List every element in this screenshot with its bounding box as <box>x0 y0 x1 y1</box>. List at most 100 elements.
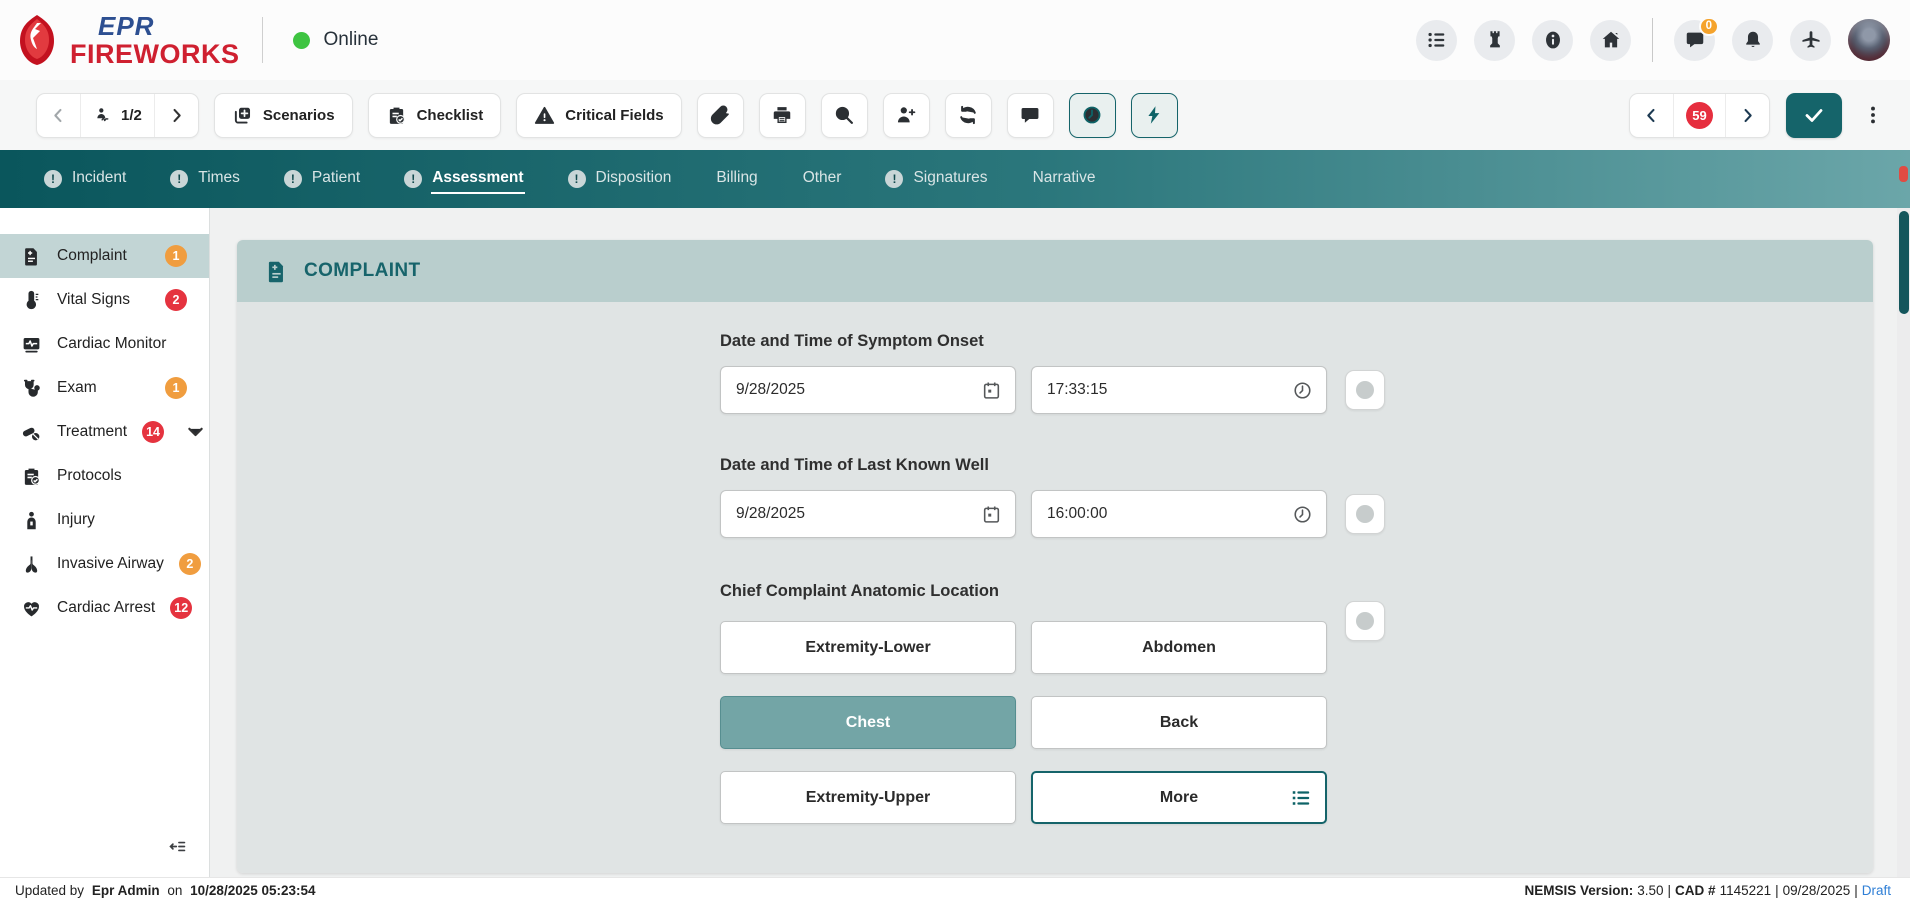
search-button[interactable] <box>821 93 868 138</box>
online-status-dot <box>293 32 310 49</box>
critical-fields-button[interactable]: Critical Fields <box>516 93 681 138</box>
calendar-icon <box>981 380 1002 401</box>
top-header-bar: EPR FIREWORKS Online 0 <box>0 0 1910 80</box>
quick-actions-button[interactable] <box>1131 93 1178 138</box>
sidebar-item-injury[interactable]: Injury <box>0 498 209 542</box>
protocols-clipboard-icon <box>21 466 42 487</box>
sync-button[interactable] <box>945 93 992 138</box>
search-icon <box>833 104 855 126</box>
validation-count[interactable]: 59 <box>1673 94 1725 137</box>
comments-button[interactable] <box>1007 93 1054 138</box>
cardiac-arrest-badge: 12 <box>170 597 192 619</box>
tab-narrative[interactable]: Narrative <box>1032 150 1097 208</box>
record-position[interactable]: 1/2 <box>80 94 154 137</box>
tower-button[interactable] <box>1474 20 1515 61</box>
symptom-onset-pertinent-negative-button[interactable] <box>1345 370 1385 410</box>
symptom-onset-field-group: Date and Time of Symptom Onset 9/28/2025… <box>720 332 1385 414</box>
location-button-extremity-upper[interactable]: Extremity-Upper <box>720 771 1016 824</box>
record-pager: 1/2 <box>36 93 199 138</box>
checklist-button[interactable]: Checklist <box>368 93 502 138</box>
location-button-back[interactable]: Back <box>1031 696 1327 749</box>
complaint-section-card: COMPLAINT Date and Time of Symptom Onset… <box>237 240 1873 873</box>
scrollbar-thumb[interactable] <box>1899 211 1909 314</box>
tab-billing[interactable]: Billing <box>715 150 758 208</box>
symptom-onset-date-input[interactable]: 9/28/2025 <box>720 366 1016 414</box>
anatomic-location-field-group: Chief Complaint Anatomic Location Extrem… <box>720 582 1385 824</box>
record-date: 09/28/2025 <box>1783 883 1851 898</box>
location-button-chest[interactable]: Chest <box>720 696 1016 749</box>
section-title: COMPLAINT <box>304 260 421 282</box>
notifications-button[interactable] <box>1732 20 1773 61</box>
more-options-button[interactable] <box>1858 93 1888 138</box>
cardiac-monitor-icon <box>21 334 42 355</box>
tab-incident[interactable]: !Incident <box>44 150 127 208</box>
next-record-button[interactable] <box>154 94 198 137</box>
scenarios-label: Scenarios <box>263 107 335 124</box>
page-scrollbar[interactable] <box>1897 208 1910 877</box>
scenarios-icon <box>232 105 253 126</box>
time-tracking-button[interactable] <box>1069 93 1116 138</box>
section-tabbar: !Incident !Times !Patient !Assessment !D… <box>0 150 1910 208</box>
logo-text-fireworks: FIREWORKS <box>70 41 240 68</box>
tab-times[interactable]: !Times <box>170 150 241 208</box>
lightning-icon <box>1143 104 1165 126</box>
tab-disposition[interactable]: !Disposition <box>568 150 673 208</box>
tab-other[interactable]: Other <box>802 150 843 208</box>
bell-icon <box>1742 29 1764 51</box>
tower-icon <box>1484 29 1506 51</box>
logo-text-epr: EPR <box>70 13 240 39</box>
location-button-abdomen[interactable]: Abdomen <box>1031 621 1327 674</box>
alert-icon: ! <box>568 170 586 188</box>
sidebar-item-treatment[interactable]: Treatment 14 <box>0 410 209 454</box>
location-button-extremity-lower[interactable]: Extremity-Lower <box>720 621 1016 674</box>
home-icon <box>1600 29 1622 51</box>
alert-icon: ! <box>44 170 62 188</box>
flight-mode-button[interactable] <box>1790 20 1831 61</box>
last-known-well-date-input[interactable]: 9/28/2025 <box>720 490 1016 538</box>
previous-record-button[interactable] <box>37 94 80 137</box>
last-known-well-pertinent-negative-button[interactable] <box>1345 494 1385 534</box>
user-avatar[interactable] <box>1848 19 1890 61</box>
nemsis-version: 3.50 <box>1637 883 1663 898</box>
sidebar-item-cardiac-arrest[interactable]: Cardiac Arrest 12 <box>0 586 209 630</box>
symptom-onset-time-input[interactable]: 17:33:15 <box>1031 366 1327 414</box>
treatment-badge: 14 <box>142 421 164 443</box>
alert-icon: ! <box>170 170 188 188</box>
sidebar-item-complaint[interactable]: Complaint 1 <box>0 234 209 278</box>
sidebar-item-vital-signs[interactable]: Vital Signs 2 <box>0 278 209 322</box>
tab-signatures[interactable]: !Signatures <box>885 150 988 208</box>
tab-assessment[interactable]: !Assessment <box>404 150 524 208</box>
comment-icon <box>1019 104 1041 126</box>
draft-status-link[interactable]: Draft <box>1862 883 1891 898</box>
home-button[interactable] <box>1590 20 1631 61</box>
scenarios-button[interactable]: Scenarios <box>214 93 353 138</box>
next-issue-button[interactable] <box>1725 94 1769 137</box>
sidebar-item-invasive-airway[interactable]: Invasive Airway 2 <box>0 542 209 586</box>
sidebar-item-exam[interactable]: Exam 1 <box>0 366 209 410</box>
stethoscope-icon <box>21 378 42 399</box>
sidebar-item-cardiac-monitor[interactable]: Cardiac Monitor <box>0 322 209 366</box>
print-button[interactable] <box>759 93 806 138</box>
complaint-badge: 1 <box>165 245 187 267</box>
record-position-label: 1/2 <box>121 107 142 124</box>
save-record-button[interactable] <box>1786 93 1842 138</box>
add-crew-button[interactable] <box>883 93 930 138</box>
kebab-menu-icon <box>1862 104 1884 126</box>
location-more-button[interactable]: More <box>1031 771 1327 824</box>
info-button[interactable] <box>1532 20 1573 61</box>
attachments-button[interactable] <box>697 93 744 138</box>
updated-datetime: 10/28/2025 05:23:54 <box>190 883 315 898</box>
previous-issue-button[interactable] <box>1630 94 1673 137</box>
anatomic-location-pertinent-negative-button[interactable] <box>1345 601 1385 641</box>
symptom-onset-label: Date and Time of Symptom Onset <box>720 332 1385 351</box>
collapse-sidebar-button[interactable] <box>168 837 187 861</box>
tab-patient[interactable]: !Patient <box>284 150 361 208</box>
critical-fields-label: Critical Fields <box>565 107 663 124</box>
sidebar-item-protocols[interactable]: Protocols <box>0 454 209 498</box>
list-menu-button[interactable] <box>1416 20 1457 61</box>
messages-button[interactable]: 0 <box>1674 20 1715 61</box>
last-known-well-time-input[interactable]: 16:00:00 <box>1031 490 1327 538</box>
record-meta-text: NEMSIS Version: 3.50 | CAD # 1145221 | 0… <box>1524 883 1895 898</box>
last-known-well-label: Date and Time of Last Known Well <box>720 456 1385 475</box>
chevron-down-icon <box>185 421 206 442</box>
